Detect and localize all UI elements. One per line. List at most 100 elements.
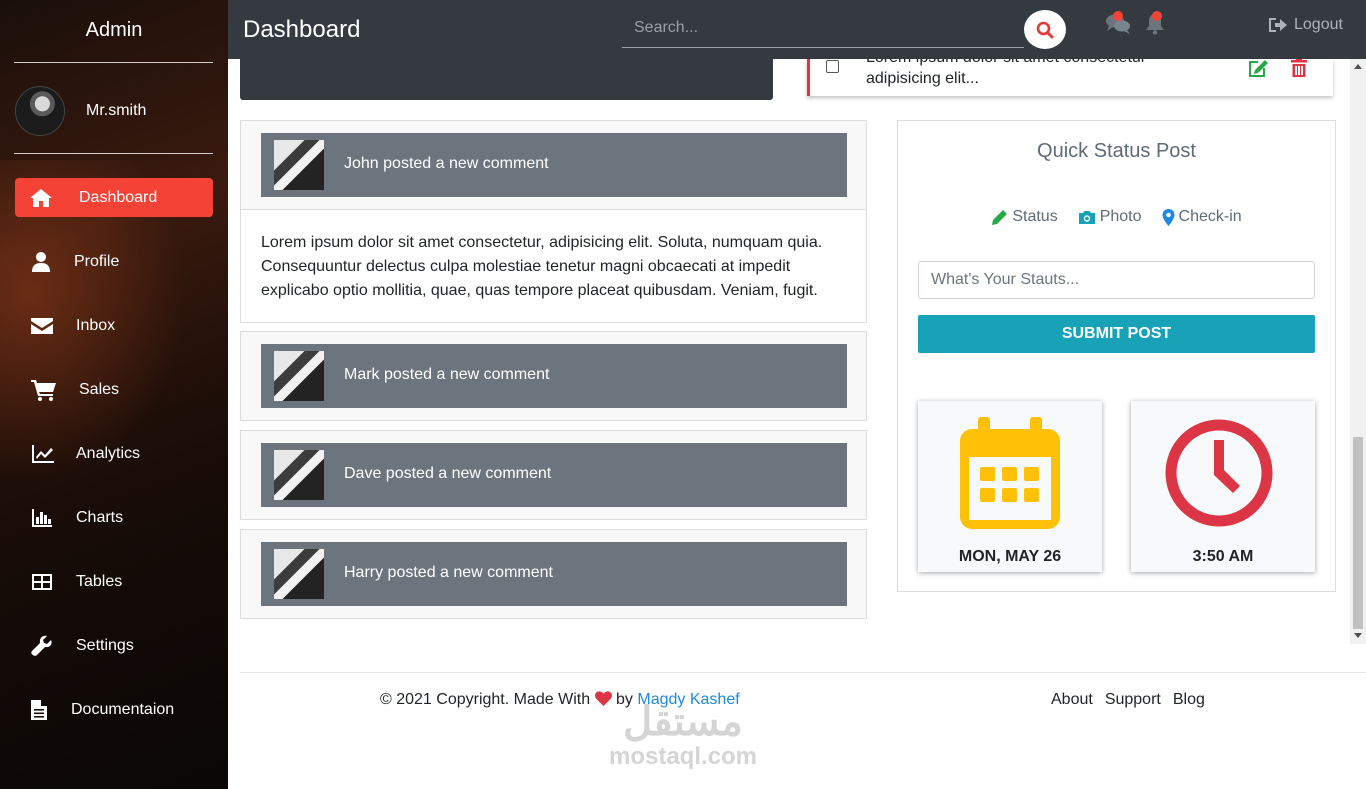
divider: [14, 62, 213, 63]
bar-chart-icon: [32, 508, 52, 527]
footer-link-about[interactable]: About: [1051, 691, 1093, 709]
page-scrollbar[interactable]: [1350, 59, 1366, 644]
trash-icon[interactable]: [1289, 59, 1309, 79]
watermark-latin: mostaql.com: [608, 743, 758, 770]
logout-button[interactable]: Logout: [1268, 16, 1343, 34]
footer-divider: [240, 672, 1366, 673]
comment-title: Mark posted a new comment: [344, 366, 550, 383]
comment-avatar: [274, 450, 324, 500]
user-name: Mr.smith: [86, 102, 147, 119]
submit-post-button[interactable]: SUBMIT POST: [918, 315, 1315, 353]
sidebar-item-tables[interactable]: Tables: [15, 562, 213, 601]
search-bar: [622, 9, 1024, 48]
search-button[interactable]: [1024, 10, 1066, 49]
page-title: Dashboard: [243, 16, 361, 43]
tab-label: Check-in: [1178, 208, 1242, 225]
search-icon: [1036, 21, 1054, 38]
comment-avatar: [274, 549, 324, 599]
sidebar-item-label: Inbox: [76, 316, 116, 334]
comment-title: John posted a new comment: [344, 155, 549, 172]
scrollbar-thumb[interactable]: [1353, 437, 1363, 629]
sidebar-item-inbox[interactable]: Inbox: [15, 306, 213, 345]
status-input[interactable]: [918, 261, 1315, 299]
sidebar-item-sales[interactable]: Sales: [15, 370, 213, 409]
comment-avatar: [274, 140, 324, 190]
tab-photo[interactable]: Photo: [1078, 208, 1142, 226]
messages-button[interactable]: [1105, 11, 1131, 40]
scroll-up-arrow[interactable]: [1354, 64, 1362, 69]
sidebar-item-label: Dashboard: [79, 188, 158, 206]
search-input[interactable]: [622, 9, 1012, 47]
sidebar-item-label: Settings: [76, 636, 134, 654]
line-chart-icon: [32, 444, 54, 463]
date-value: MON, MAY 26: [958, 548, 1062, 565]
footer-link-support[interactable]: Support: [1105, 691, 1161, 709]
sign-out-icon: [1269, 18, 1287, 32]
envelope-icon: [31, 317, 53, 334]
comment-card: Dave posted a new comment: [240, 430, 867, 520]
footer-link-blog[interactable]: Blog: [1173, 691, 1205, 709]
clock-icon: [1165, 419, 1273, 527]
sidebar-item-label: Tables: [76, 572, 123, 590]
map-marker-icon: [1162, 208, 1175, 226]
time-widget: 3:50 AM: [1131, 401, 1315, 572]
notification-dot: [1152, 11, 1162, 21]
comment-header[interactable]: Mark posted a new comment: [261, 344, 847, 408]
scroll-down-arrow[interactable]: [1354, 633, 1362, 638]
sidebar-item-dashboard[interactable]: Dashboard: [15, 178, 213, 217]
notifications-button[interactable]: [1145, 11, 1165, 40]
user-profile[interactable]: Mr.smith: [15, 86, 146, 136]
comment-body: Lorem ipsum dolor sit amet consectetur, …: [241, 209, 866, 322]
sidebar-item-settings[interactable]: Settings: [15, 626, 213, 665]
footer-links: About Support Blog: [1051, 691, 1205, 709]
watermark: مستقل mostaql.com: [600, 700, 766, 770]
sidebar-item-label: Sales: [79, 380, 120, 398]
divider: [14, 153, 213, 154]
sidebar-item-profile[interactable]: Profile: [15, 242, 213, 281]
todo-item: Lorem ipsum dolor sit amet consectetur a…: [807, 59, 1333, 96]
camera-icon: [1078, 210, 1095, 224]
sidebar: Admin Mr.smith Dashboard Profile Inbox S…: [0, 0, 228, 789]
copyright-text: © 2021 Copyright. Made With: [380, 691, 591, 708]
wrench-icon: [31, 635, 52, 656]
comment-avatar: [274, 351, 324, 401]
cart-icon: [31, 379, 56, 401]
avatar: [15, 86, 65, 136]
watermark-arabic: مستقل: [623, 700, 743, 744]
file-icon: [31, 699, 47, 720]
comment-card: Harry posted a new comment: [240, 529, 867, 619]
calendar-icon: [960, 417, 1060, 529]
logout-label: Logout: [1294, 16, 1343, 33]
comment-header[interactable]: Harry posted a new comment: [261, 542, 847, 606]
edit-icon[interactable]: [1246, 59, 1270, 79]
status-tabs: Status Photo Check-in: [898, 208, 1335, 226]
tab-status[interactable]: Status: [991, 208, 1058, 226]
sidebar-item-charts[interactable]: Charts: [15, 498, 213, 537]
date-widget: MON, MAY 26: [918, 401, 1102, 572]
comment-header[interactable]: John posted a new comment: [261, 133, 847, 197]
quick-status-title: Quick Status Post: [1037, 140, 1196, 162]
table-icon: [32, 573, 52, 590]
dark-panel: [240, 59, 773, 100]
todo-text: adipisicing elit...: [866, 70, 979, 87]
quick-status-card: Quick Status Post Status Photo Check-in …: [897, 120, 1336, 592]
sidebar-item-label: Profile: [74, 252, 120, 270]
todo-checkbox[interactable]: [826, 60, 839, 73]
tab-label: Photo: [1099, 208, 1142, 225]
topbar: Dashboard Logout: [228, 0, 1366, 59]
comment-title: Harry posted a new comment: [344, 564, 553, 581]
comment-card: John posted a new comment Lorem ipsum do…: [240, 120, 867, 323]
brand-title: Admin: [85, 19, 143, 41]
tab-label: Status: [1012, 208, 1058, 225]
time-value: 3:50 AM: [1192, 548, 1254, 565]
notification-dot: [1113, 11, 1123, 21]
sidebar-item-documentation[interactable]: Documentaion: [15, 690, 213, 729]
comment-header[interactable]: Dave posted a new comment: [261, 443, 847, 507]
sidebar-item-analytics[interactable]: Analytics: [15, 434, 213, 473]
home-icon: [30, 188, 52, 207]
comment-card: Mark posted a new comment: [240, 331, 867, 421]
user-icon: [32, 251, 50, 272]
comment-title: Dave posted a new comment: [344, 465, 552, 482]
tab-check-in[interactable]: Check-in: [1162, 208, 1242, 226]
pencil-icon: [992, 209, 1008, 225]
